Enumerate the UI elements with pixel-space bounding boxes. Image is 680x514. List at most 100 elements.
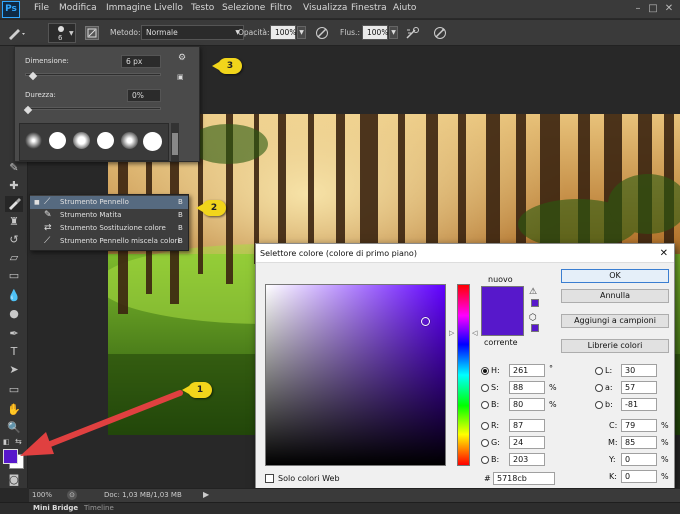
quick-mask-icon[interactable]: ◙ [5, 474, 23, 486]
minimize-button[interactable]: – [633, 3, 643, 15]
c-input[interactable]: 79 [621, 419, 657, 432]
pressure-opacity-icon[interactable] [314, 26, 330, 40]
color-selector-ring[interactable] [421, 317, 430, 326]
opacita-input[interactable]: 100% [270, 25, 296, 40]
m-input[interactable]: 85 [621, 436, 657, 449]
rgb-b-radio[interactable] [481, 456, 489, 464]
clone-stamp-tool-icon[interactable]: ♜ [5, 214, 23, 230]
dimensione-slider[interactable] [25, 73, 161, 76]
s-input[interactable]: 88 [509, 381, 545, 394]
hue-slider-left-arrow-icon[interactable]: ▷ [449, 329, 454, 337]
durezza-slider[interactable] [25, 107, 161, 110]
menu-modifica[interactable]: Modifica [59, 3, 97, 13]
s-radio[interactable] [481, 384, 489, 392]
rgb-b-input[interactable]: 203 [509, 453, 545, 466]
hue-slider[interactable] [457, 284, 470, 466]
menu-finestra[interactable]: Finestra [351, 3, 387, 13]
h-radio[interactable] [481, 367, 489, 375]
h-input[interactable]: 261 [509, 364, 545, 377]
soft-brush-tip-icon[interactable] [25, 132, 42, 149]
menu-livello[interactable]: Livello [154, 3, 183, 13]
status-menu-arrow-icon[interactable]: ▶ [203, 490, 209, 499]
new-preset-icon[interactable]: ▣ [177, 73, 187, 82]
lab-b-input[interactable]: -81 [621, 398, 657, 411]
soft-brush-tip-icon[interactable] [121, 132, 138, 149]
opacita-dropdown-icon[interactable]: ▼ [297, 26, 306, 39]
eyedropper-tool-icon[interactable]: ✎ [5, 160, 23, 176]
saturation-brightness-field[interactable] [265, 284, 446, 466]
durezza-input[interactable]: 0% [127, 89, 161, 102]
l-radio[interactable] [595, 367, 603, 375]
history-brush-tool-icon[interactable]: ↺ [5, 232, 23, 248]
current-color-swatch[interactable] [481, 311, 524, 336]
hex-input[interactable]: 5718cb [493, 472, 555, 485]
gamut-swatch[interactable] [531, 299, 539, 307]
flusso-input[interactable]: 100% [362, 25, 388, 40]
flusso-dropdown-icon[interactable]: ▼ [389, 26, 398, 39]
type-tool-icon[interactable]: T [5, 344, 23, 360]
gradient-tool-icon[interactable]: ▭ [5, 268, 23, 284]
close-icon[interactable]: ✕ [660, 244, 668, 263]
menu-selezione[interactable]: Selezione [222, 3, 265, 13]
menu-file[interactable]: File [34, 3, 49, 13]
y-input[interactable]: 0 [621, 453, 657, 466]
menu-filtro[interactable]: Filtro [270, 3, 292, 13]
menu-aiuto[interactable]: Aiuto [393, 3, 416, 13]
metodo-select[interactable]: Normale ▼ [141, 25, 244, 40]
k-input[interactable]: 0 [621, 470, 657, 483]
librerie-colori-button[interactable]: Librerie colori [561, 339, 669, 353]
status-info-icon[interactable]: ⊙ [67, 490, 77, 500]
menu-immagine[interactable]: Immagine [106, 3, 151, 13]
close-app-button[interactable]: ✕ [664, 3, 674, 15]
flyout-item-pennello[interactable]: ■ ⟋ Strumento Pennello B [30, 196, 188, 209]
hard-brush-tip-icon[interactable] [143, 132, 162, 151]
menu-testo[interactable]: Testo [191, 3, 214, 13]
pen-tool-icon[interactable]: ✒ [5, 326, 23, 342]
dodge-tool-icon[interactable]: ● [5, 306, 23, 322]
annulla-button[interactable]: Annulla [561, 289, 669, 303]
flyout-item-miscela[interactable]: ⟋ Strumento Pennello miscela colori B [30, 235, 188, 248]
aggiungi-campioni-button[interactable]: Aggiungi a campioni [561, 314, 669, 328]
brush-list-scrollbar[interactable] [171, 123, 179, 161]
r-input[interactable]: 87 [509, 419, 545, 432]
gear-icon[interactable]: ⚙ [178, 53, 188, 63]
g-radio[interactable] [481, 439, 489, 447]
b-radio[interactable] [481, 401, 489, 409]
flyout-item-sostituzione[interactable]: ⇄ Strumento Sostituzione colore B [30, 222, 188, 235]
eraser-tool-icon[interactable]: ▱ [5, 250, 23, 266]
flyout-item-matita[interactable]: ✎ Strumento Matita B [30, 209, 188, 222]
blur-tool-icon[interactable]: 💧 [5, 288, 23, 304]
hard-brush-tip-icon[interactable] [97, 132, 114, 149]
solo-colori-web-checkbox[interactable] [265, 474, 274, 483]
hue-slider-right-arrow-icon[interactable]: ◁ [472, 329, 477, 337]
a-input[interactable]: 57 [621, 381, 657, 394]
r-radio[interactable] [481, 422, 489, 430]
hard-brush-tip-icon[interactable] [49, 132, 66, 149]
brush-tool-preset-icon[interactable] [6, 25, 28, 41]
airbrush-icon[interactable] [405, 26, 421, 40]
tab-timeline[interactable]: Timeline [84, 504, 114, 512]
g-input[interactable]: 24 [509, 436, 545, 449]
tab-mini-bridge[interactable]: Mini Bridge [33, 504, 78, 512]
brush-panel-toggle-icon[interactable] [85, 26, 99, 40]
ok-button[interactable]: OK [561, 269, 669, 283]
soft-brush-tip-icon[interactable] [73, 132, 90, 149]
out-of-gamut-warning-icon[interactable]: ⚠ [529, 287, 537, 297]
brush-tool-icon[interactable] [5, 196, 23, 212]
zoom-level[interactable]: 100% [32, 491, 52, 499]
brush-size-picker[interactable]: 6 ▼ [48, 23, 76, 43]
spot-healing-tool-icon[interactable]: ✚ [5, 178, 23, 194]
pressure-size-icon[interactable] [432, 26, 448, 40]
lab-b-radio[interactable] [595, 401, 603, 409]
path-selection-tool-icon[interactable]: ➤ [5, 362, 23, 378]
web-safe-swatch[interactable] [531, 324, 539, 332]
a-radio[interactable] [595, 384, 603, 392]
b-input[interactable]: 80 [509, 398, 545, 411]
scrollbar-thumb[interactable] [172, 133, 178, 155]
l-input[interactable]: 30 [621, 364, 657, 377]
brush-tips-list[interactable] [19, 123, 169, 161]
maximize-button[interactable]: □ [648, 3, 658, 15]
menu-visualizza[interactable]: Visualizza [303, 3, 347, 13]
dimensione-input[interactable]: 6 px [121, 55, 161, 68]
web-safe-cube-icon[interactable]: ⬡ [529, 313, 537, 323]
